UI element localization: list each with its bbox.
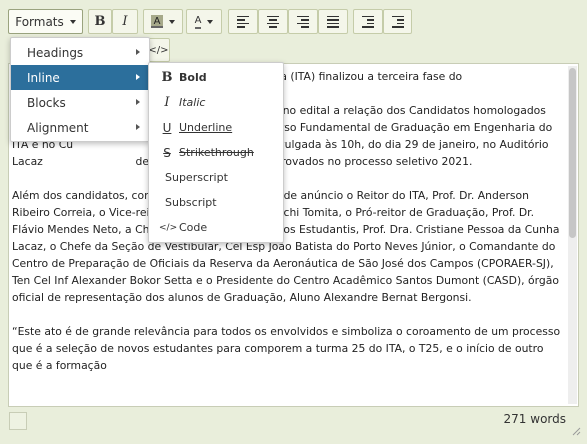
word-count: 271 words	[503, 412, 566, 426]
italic-icon: I	[122, 14, 128, 29]
indent-button[interactable]	[383, 9, 412, 34]
outdent-icon	[362, 15, 374, 28]
paragraph: Além dos candidatos, compareceram à ceri…	[12, 189, 560, 304]
align-left-icon	[237, 15, 249, 28]
text-color-button[interactable]: A	[186, 9, 222, 34]
bold-button[interactable]: B	[88, 9, 112, 34]
align-justify-icon	[327, 15, 339, 28]
menu-item-label: Headings	[27, 45, 84, 60]
underline-icon: U	[162, 120, 172, 135]
code-icon: </>	[148, 44, 169, 56]
submenu-item-bold[interactable]: B Bold	[149, 65, 283, 90]
align-justify-button[interactable]	[318, 9, 348, 34]
formats-label: Formats	[15, 14, 64, 29]
submenu-item-label: Strikethrough	[179, 146, 254, 159]
menu-item-headings[interactable]: Headings	[11, 40, 149, 65]
code-icon: </>	[159, 222, 178, 233]
submenu-item-label: Underline	[179, 121, 233, 134]
path-indicator	[9, 412, 27, 430]
align-center-icon	[267, 15, 279, 28]
background-color-button[interactable]: A	[143, 9, 183, 34]
chevron-right-icon	[136, 124, 140, 130]
editor-scrollbar[interactable]	[568, 66, 577, 404]
submenu-item-label: Subscript	[165, 196, 217, 209]
paragraph: “Este ato é de grande relevância para to…	[12, 325, 561, 372]
submenu-item-label: Superscript	[165, 171, 228, 184]
menu-item-label: Blocks	[27, 95, 66, 110]
inline-submenu: B Bold I Italic U Underline S Strikethro…	[148, 62, 284, 243]
formats-dropdown-button[interactable]: Formats	[8, 9, 83, 34]
submenu-item-superscript[interactable]: Superscript	[149, 165, 283, 190]
resize-handle-icon[interactable]	[571, 426, 581, 436]
text-color-icon: A	[194, 15, 202, 29]
background-color-icon: A	[151, 15, 163, 28]
chevron-down-icon	[69, 19, 76, 24]
submenu-item-strikethrough[interactable]: S Strikethrough	[149, 140, 283, 165]
scrollbar-thumb[interactable]	[569, 68, 576, 238]
chevron-down-icon	[169, 19, 175, 24]
submenu-item-label: Bold	[179, 71, 207, 84]
strikethrough-icon: S	[163, 145, 171, 160]
menu-item-label: Alignment	[27, 120, 89, 135]
chevron-down-icon	[207, 19, 214, 24]
status-bar: 271 words	[0, 407, 587, 444]
italic-button[interactable]: I	[112, 9, 138, 34]
submenu-item-code[interactable]: </> Code	[149, 215, 283, 240]
formats-menu: Headings Inline Blocks Alignment	[10, 37, 150, 142]
submenu-item-italic[interactable]: I Italic	[149, 90, 283, 115]
outdent-button[interactable]	[353, 9, 383, 34]
chevron-right-icon	[136, 74, 140, 80]
chevron-right-icon	[136, 49, 140, 55]
submenu-item-subscript[interactable]: Subscript	[149, 190, 283, 215]
align-center-button[interactable]	[258, 9, 288, 34]
bold-icon: B	[161, 70, 173, 85]
italic-icon: I	[164, 95, 170, 110]
bold-icon: B	[94, 14, 106, 29]
source-code-button[interactable]: </>	[147, 38, 170, 62]
submenu-item-underline[interactable]: U Underline	[149, 115, 283, 140]
submenu-item-label: Code	[179, 221, 208, 234]
chevron-right-icon	[136, 99, 140, 105]
align-left-button[interactable]	[228, 9, 258, 34]
submenu-item-label: Italic	[179, 96, 206, 109]
align-right-icon	[297, 15, 309, 28]
align-right-button[interactable]	[288, 9, 318, 34]
menu-item-alignment[interactable]: Alignment	[11, 115, 149, 140]
menu-item-blocks[interactable]: Blocks	[11, 90, 149, 115]
menu-item-label: Inline	[27, 70, 60, 85]
indent-icon	[391, 15, 404, 28]
menu-item-inline[interactable]: Inline	[11, 65, 149, 90]
